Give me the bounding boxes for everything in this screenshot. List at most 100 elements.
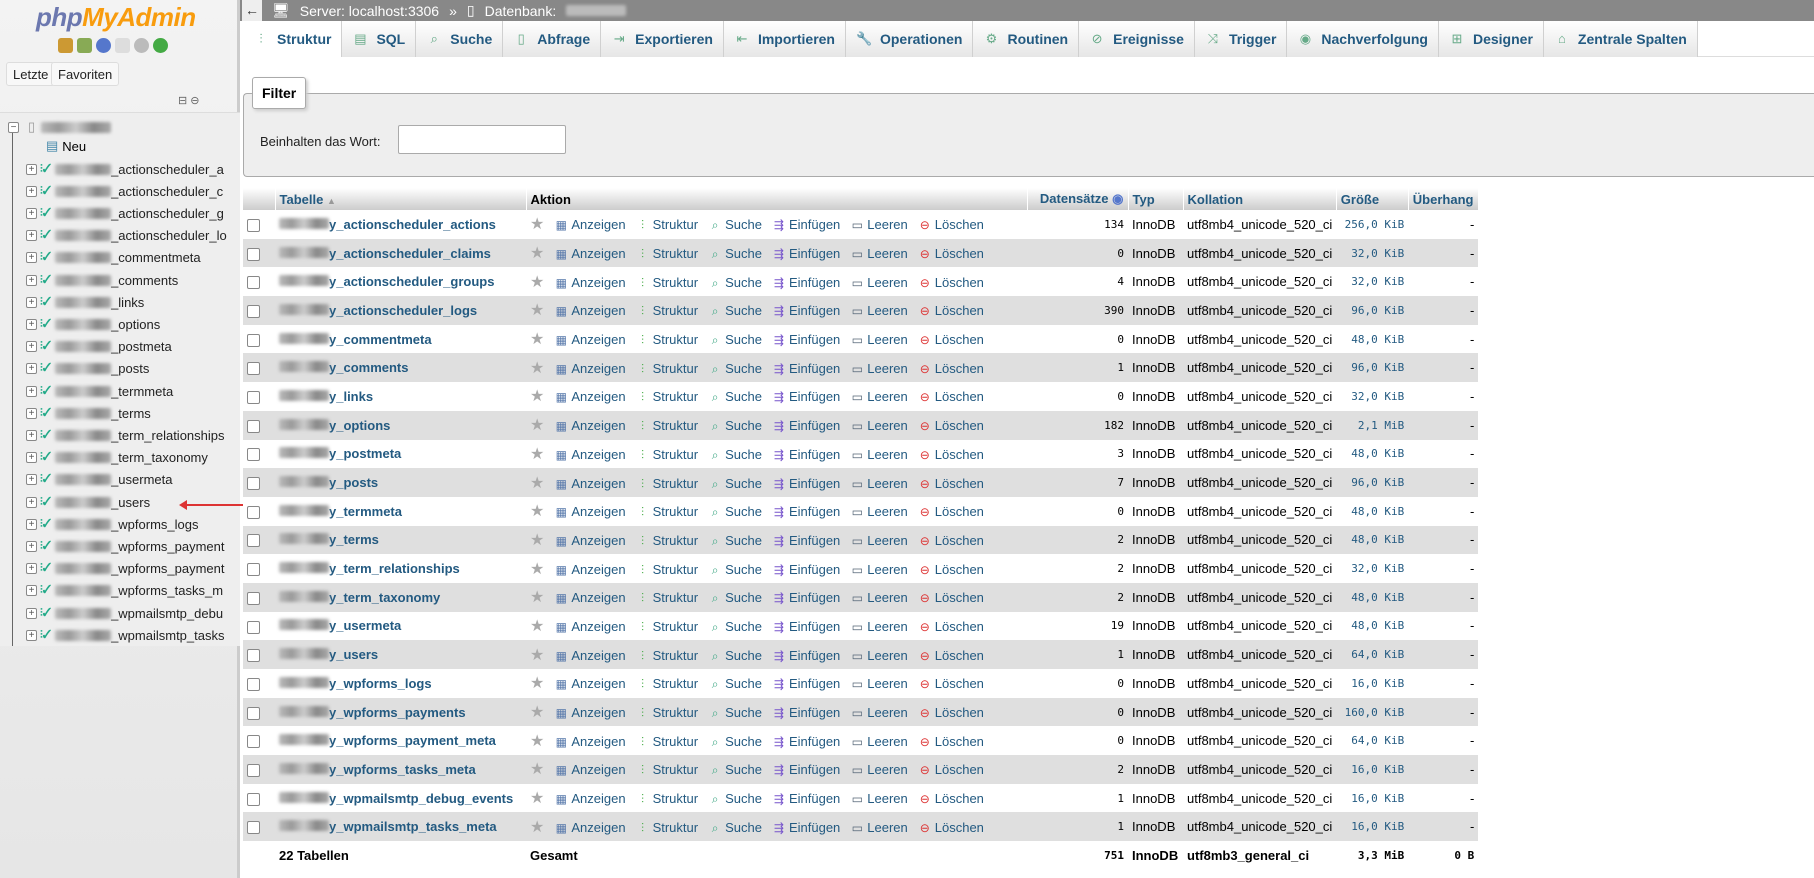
- expand-icon[interactable]: +: [26, 163, 37, 175]
- row-size[interactable]: 96,0 KiB: [1336, 468, 1409, 497]
- action-browse[interactable]: ▦ Anzeigen: [554, 648, 626, 663]
- tab-exportieren[interactable]: ⇥ Exportieren: [601, 21, 724, 57]
- sidebar-table-item[interactable]: + ⫶✓ _wpmailsmtp_debu: [26, 602, 223, 624]
- sidebar-table-item[interactable]: + ⫶✓ _terms: [26, 402, 151, 424]
- sidebar-table-item[interactable]: + ⫶✓ _term_taxonomy: [26, 447, 208, 469]
- row-checkbox[interactable]: [247, 362, 260, 376]
- help-icon[interactable]: ◉: [1112, 191, 1123, 206]
- action-drop[interactable]: ⊖ Löschen: [918, 734, 984, 749]
- action-browse[interactable]: ▦ Anzeigen: [554, 762, 626, 777]
- action-browse[interactable]: ▦ Anzeigen: [554, 619, 626, 634]
- favorite-star-icon[interactable]: ★: [530, 245, 544, 262]
- table-name-link[interactable]: y_termmeta: [275, 496, 526, 526]
- sidebar-table-item[interactable]: + ⫶✓ _actionscheduler_c: [26, 180, 223, 202]
- action-drop[interactable]: ⊖ Löschen: [918, 476, 984, 491]
- action-search[interactable]: ⌕ Suche: [708, 562, 762, 577]
- row-size[interactable]: 64,0 KiB: [1336, 640, 1409, 669]
- row-size[interactable]: 2,1 MiB: [1336, 410, 1409, 440]
- table-name-link[interactable]: y_wpmailsmtp_debug_events: [275, 783, 526, 813]
- row-size[interactable]: 16,0 KiB: [1336, 812, 1409, 842]
- action-browse[interactable]: ▦ Anzeigen: [554, 275, 626, 290]
- action-browse[interactable]: ▦ Anzeigen: [554, 389, 626, 404]
- action-search[interactable]: ⌕ Suche: [708, 734, 762, 749]
- action-drop[interactable]: ⊖ Löschen: [918, 246, 984, 261]
- action-browse[interactable]: ▦ Anzeigen: [554, 676, 626, 691]
- favorite-star-icon[interactable]: ★: [530, 331, 544, 348]
- action-browse[interactable]: ▦ Anzeigen: [554, 217, 626, 232]
- sidebar-table-item[interactable]: + ⫶✓ _links: [26, 291, 144, 313]
- action-drop[interactable]: ⊖ Löschen: [918, 303, 984, 318]
- table-name-link[interactable]: y_links: [275, 382, 526, 411]
- action-search[interactable]: ⌕ Suche: [708, 619, 762, 634]
- tab-nachverfolgung[interactable]: ◉ Nachverfolgung: [1287, 21, 1439, 57]
- table-name-link[interactable]: y_comments: [275, 353, 526, 383]
- action-empty[interactable]: ▭ Leeren: [850, 275, 908, 290]
- table-name-link[interactable]: y_wpforms_payments: [275, 697, 526, 727]
- action-structure[interactable]: ⫶ Struktur: [636, 734, 698, 749]
- action-empty[interactable]: ▭ Leeren: [850, 734, 908, 749]
- action-drop[interactable]: ⊖ Löschen: [918, 217, 984, 232]
- action-search[interactable]: ⌕ Suche: [708, 303, 762, 318]
- action-drop[interactable]: ⊖ Löschen: [918, 332, 984, 347]
- expand-icon[interactable]: +: [26, 474, 37, 486]
- action-structure[interactable]: ⫶ Struktur: [636, 676, 698, 691]
- action-structure[interactable]: ⫶ Struktur: [636, 562, 698, 577]
- table-name-link[interactable]: y_options: [275, 410, 526, 440]
- tab-sql[interactable]: ▤ SQL: [342, 21, 417, 57]
- row-checkbox[interactable]: [247, 821, 260, 835]
- row-size[interactable]: 64,0 KiB: [1336, 726, 1409, 756]
- action-insert[interactable]: ⇶ Einfügen: [772, 791, 840, 806]
- row-size[interactable]: 160,0 KiB: [1336, 697, 1409, 727]
- action-structure[interactable]: ⫶ Struktur: [636, 705, 698, 720]
- tab-zentrale-spalten[interactable]: ⌂ Zentrale Spalten: [1543, 21, 1698, 57]
- favorite-star-icon[interactable]: ★: [530, 819, 544, 836]
- action-empty[interactable]: ▭ Leeren: [850, 217, 908, 232]
- table-name-link[interactable]: y_wpmailsmtp_tasks_meta: [275, 812, 526, 842]
- row-checkbox[interactable]: [247, 448, 260, 462]
- action-structure[interactable]: ⫶ Struktur: [636, 762, 698, 777]
- action-structure[interactable]: ⫶ Struktur: [636, 476, 698, 491]
- row-checkbox[interactable]: [247, 677, 260, 691]
- table-name-link[interactable]: y_actionscheduler_logs: [275, 296, 526, 325]
- collapse-all-icon[interactable]: ⊟ ⊖: [178, 94, 200, 107]
- expand-icon[interactable]: +: [26, 496, 37, 508]
- table-name-link[interactable]: y_users: [275, 640, 526, 669]
- row-size[interactable]: 48,0 KiB: [1336, 525, 1409, 555]
- action-search[interactable]: ⌕ Suche: [708, 332, 762, 347]
- action-drop[interactable]: ⊖ Löschen: [918, 361, 984, 376]
- row-size[interactable]: 48,0 KiB: [1336, 611, 1409, 641]
- expand-icon[interactable]: +: [26, 540, 37, 552]
- action-drop[interactable]: ⊖ Löschen: [918, 533, 984, 548]
- action-insert[interactable]: ⇶ Einfügen: [772, 389, 840, 404]
- action-search[interactable]: ⌕ Suche: [708, 217, 762, 232]
- table-name-link[interactable]: y_terms: [275, 525, 526, 555]
- action-insert[interactable]: ⇶ Einfügen: [772, 676, 840, 691]
- favorite-star-icon[interactable]: ★: [530, 360, 544, 377]
- action-drop[interactable]: ⊖ Löschen: [918, 389, 984, 404]
- tab-importieren[interactable]: ⇤ Importieren: [723, 21, 846, 57]
- expand-icon[interactable]: +: [26, 207, 37, 219]
- action-insert[interactable]: ⇶ Einfügen: [772, 303, 840, 318]
- action-empty[interactable]: ▭ Leeren: [850, 705, 908, 720]
- action-empty[interactable]: ▭ Leeren: [850, 533, 908, 548]
- tab-suche[interactable]: ⌕ Suche: [416, 21, 504, 57]
- table-name-link[interactable]: y_term_taxonomy: [275, 582, 526, 612]
- phpmyadmin-logo[interactable]: phpMyAdmin: [36, 2, 196, 33]
- action-empty[interactable]: ▭ Leeren: [850, 303, 908, 318]
- table-name-link[interactable]: y_posts: [275, 468, 526, 497]
- sidebar-table-item[interactable]: + ⫶✓ _options: [26, 313, 160, 335]
- action-browse[interactable]: ▦ Anzeigen: [554, 705, 626, 720]
- row-size[interactable]: 32,0 KiB: [1336, 554, 1409, 583]
- docs-icon[interactable]: [115, 38, 130, 53]
- table-name-link[interactable]: y_commentmeta: [275, 324, 526, 354]
- sidebar-table-item[interactable]: + ⫶✓ _usermeta: [26, 469, 172, 491]
- action-browse[interactable]: ▦ Anzeigen: [554, 820, 626, 835]
- action-drop[interactable]: ⊖ Löschen: [918, 447, 984, 462]
- action-search[interactable]: ⌕ Suche: [708, 504, 762, 519]
- action-browse[interactable]: ▦ Anzeigen: [554, 734, 626, 749]
- row-checkbox[interactable]: [247, 218, 260, 232]
- sidebar-table-item[interactable]: + ⫶✓ _wpmailsmtp_tasks: [26, 624, 225, 646]
- action-insert[interactable]: ⇶ Einfügen: [772, 246, 840, 261]
- row-checkbox[interactable]: [247, 792, 260, 806]
- tab-struktur[interactable]: ⫶ Struktur: [243, 21, 343, 57]
